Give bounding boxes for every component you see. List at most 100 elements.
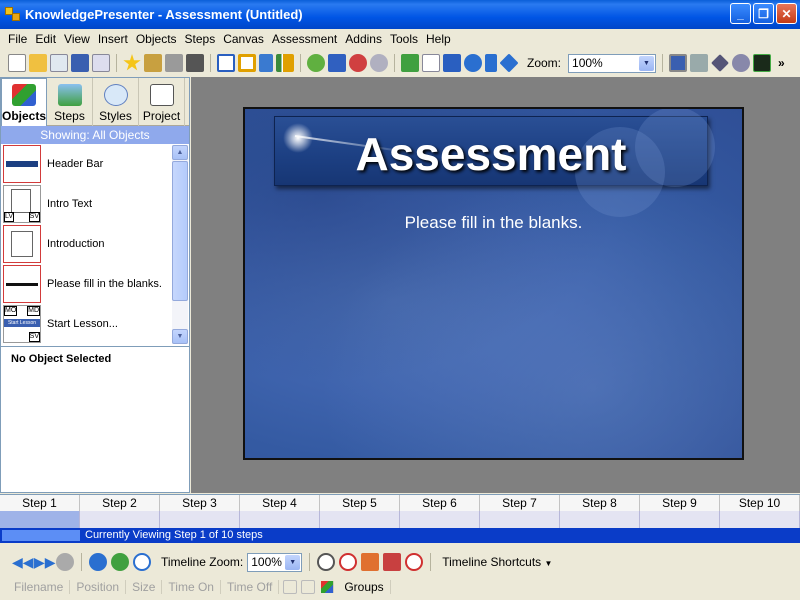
groups-button[interactable]: Groups	[315, 580, 396, 594]
step-header[interactable]: Step 2	[80, 495, 160, 511]
save-icon[interactable]	[71, 54, 89, 72]
step-cell[interactable]	[400, 511, 480, 528]
minimize-button[interactable]: _	[730, 3, 751, 24]
step-cell[interactable]	[160, 511, 240, 528]
tab-styles[interactable]: Styles	[93, 78, 139, 126]
menu-file[interactable]: File	[4, 32, 31, 46]
menu-canvas[interactable]: Canvas	[219, 32, 268, 46]
chevron-down-icon[interactable]: ▼	[639, 55, 655, 71]
tab-project[interactable]: Project	[139, 78, 185, 126]
grid-orange-icon[interactable]	[361, 553, 380, 571]
monitor-icon[interactable]	[669, 54, 688, 72]
step-header[interactable]: Step 1	[0, 495, 80, 511]
step-header[interactable]: Step 4	[240, 495, 320, 511]
menu-help[interactable]: Help	[422, 32, 455, 46]
preview-icon[interactable]	[92, 54, 110, 72]
timer-icon[interactable]	[405, 553, 424, 571]
step-cell[interactable]	[320, 511, 400, 528]
step-cell[interactable]	[80, 511, 160, 528]
computer-icon[interactable]	[690, 54, 709, 72]
menu-view[interactable]: View	[60, 32, 94, 46]
step-header[interactable]: Step 6	[400, 495, 480, 511]
palette-icon[interactable]	[349, 54, 367, 72]
list-item[interactable]: Header Bar	[1, 144, 189, 184]
menu-addins[interactable]: Addins	[341, 32, 386, 46]
timeline-shortcuts-menu[interactable]: Timeline Shortcuts ▼	[442, 555, 552, 569]
tab-objects[interactable]: Objects	[1, 78, 47, 126]
arrow-right-icon[interactable]	[464, 54, 482, 72]
play-fast-forward-icon[interactable]: ▶▶	[34, 553, 56, 571]
menu-objects[interactable]: Objects	[132, 32, 181, 46]
timeline-zoom-dropdown[interactable]: 100% ▼	[247, 552, 303, 572]
network-icon[interactable]	[732, 54, 751, 72]
menu-assessment[interactable]: Assessment	[268, 32, 341, 46]
restore-button[interactable]: ❐	[753, 3, 774, 24]
page-icon[interactable]	[422, 54, 440, 72]
window-icon[interactable]	[217, 54, 235, 72]
list-item[interactable]: LV SV Intro Text	[1, 184, 189, 224]
chevron-up-icon[interactable]: ▲	[172, 145, 188, 160]
toolbar-overflow-icon[interactable]: »	[778, 56, 785, 70]
step-cell[interactable]	[0, 511, 80, 528]
grid-icon[interactable]	[443, 54, 461, 72]
chevron-down-icon[interactable]: ▼	[285, 554, 301, 570]
zoom-dropdown[interactable]: 100% ▼	[568, 53, 657, 73]
menu-edit[interactable]: Edit	[31, 32, 60, 46]
step-header[interactable]: Step 10	[720, 495, 800, 511]
list-item[interactable]: Introduction	[1, 224, 189, 264]
slide-canvas[interactable]: Assessment Please fill in the blanks.	[243, 107, 744, 460]
header-bar-thumb	[3, 145, 41, 183]
slide-subtitle[interactable]: Please fill in the blanks.	[245, 213, 742, 233]
close-button[interactable]: ✕	[776, 3, 797, 24]
align-icon[interactable]	[259, 54, 273, 72]
scroll-thumb[interactable]	[172, 161, 188, 301]
play-fast-icon[interactable]: ◀◀	[12, 553, 34, 571]
layers-icon[interactable]	[711, 54, 729, 72]
step-header[interactable]: Step 8	[560, 495, 640, 511]
eraser-icon[interactable]	[370, 54, 388, 72]
add-object-icon[interactable]	[307, 54, 325, 72]
bookmark-icon[interactable]	[144, 54, 162, 72]
step-header[interactable]: Step 7	[480, 495, 560, 511]
slide-background: Assessment Please fill in the blanks.	[245, 109, 742, 458]
step-cell[interactable]	[240, 511, 320, 528]
loop-icon[interactable]	[111, 553, 129, 571]
diamond-icon[interactable]	[499, 53, 519, 73]
character-icon[interactable]	[165, 54, 183, 72]
step-cell[interactable]	[720, 511, 800, 528]
menu-tools[interactable]: Tools	[386, 32, 422, 46]
shapes-icon[interactable]	[328, 54, 346, 72]
stopwatch-icon[interactable]	[317, 553, 336, 571]
object-list-scrollbar[interactable]: ▲ ▼	[172, 145, 188, 344]
document-thumb: LV SV	[3, 185, 41, 223]
edit-icon[interactable]	[50, 54, 68, 72]
list-item[interactable]: MO MD Start Lesson SV Start Lesson...	[1, 304, 189, 344]
new-icon[interactable]	[8, 54, 26, 72]
refresh-icon[interactable]	[89, 553, 107, 571]
step-header[interactable]: Step 3	[160, 495, 240, 511]
star-icon[interactable]	[123, 54, 141, 71]
step-cell[interactable]	[640, 511, 720, 528]
step-cell[interactable]	[560, 511, 640, 528]
chevron-down-icon[interactable]: ▼	[172, 329, 188, 344]
step-cell[interactable]	[480, 511, 560, 528]
grid-red-icon[interactable]	[383, 553, 402, 571]
header-bar[interactable]: Assessment	[274, 109, 715, 217]
tab-steps[interactable]: Steps	[47, 78, 93, 126]
settings-icon[interactable]	[56, 553, 74, 571]
step-header[interactable]: Step 5	[320, 495, 400, 511]
list-item[interactable]: Please fill in the blanks.	[1, 264, 189, 304]
clock-icon[interactable]	[133, 553, 151, 571]
screen-capture-icon[interactable]	[753, 54, 772, 72]
chart-icon[interactable]	[276, 54, 294, 72]
step-header[interactable]: Step 9	[640, 495, 720, 511]
open-folder-icon[interactable]	[29, 54, 47, 72]
menu-steps[interactable]: Steps	[181, 32, 220, 46]
frame-icon[interactable]	[238, 54, 256, 72]
groups-icon	[321, 581, 335, 593]
check-icon[interactable]	[401, 54, 419, 72]
alarm-icon[interactable]	[339, 553, 358, 571]
film-icon[interactable]	[186, 54, 204, 72]
menu-insert[interactable]: Insert	[94, 32, 132, 46]
arrow-updown-icon[interactable]	[485, 54, 497, 72]
